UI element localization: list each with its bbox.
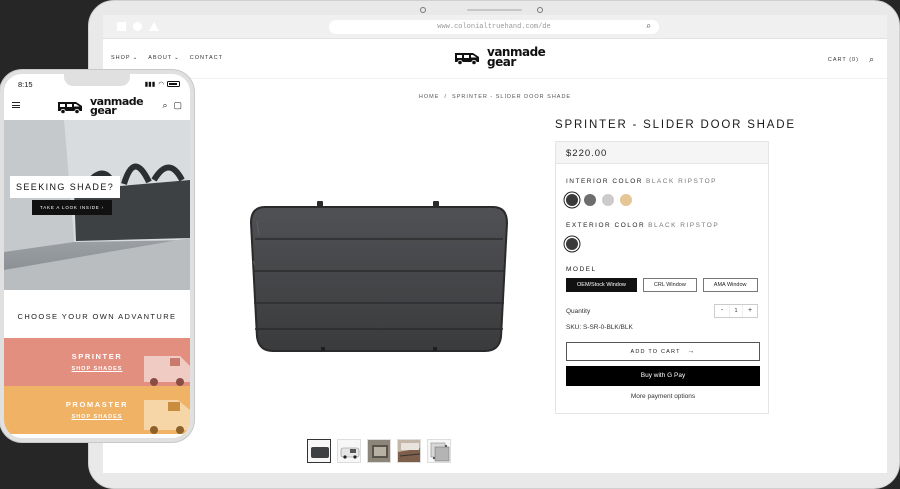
search-icon[interactable]: ⌕ [869,54,875,65]
interior-color-label: INTERIOR COLOR BLACK RIPSTOP [566,178,718,185]
promaster-title: PROMASTER [65,400,129,409]
speaker-line [467,9,522,11]
swatch-grey[interactable] [602,194,614,206]
bag-icon[interactable]: ▢ [173,100,182,111]
decrement-button[interactable]: - [715,305,729,317]
breadcrumb-separator: / [444,94,447,100]
model-crl-button[interactable]: CRL Window [642,278,697,292]
model-ama-button[interactable]: AMA Window [702,278,758,292]
model-options: OEM/Stock Window CRL Window AMA Window [566,278,758,292]
section-heading: CHOOSE YOUR OWN ADVANTURE [17,312,177,321]
add-to-cart-button[interactable]: ADD TO CART → [566,342,760,361]
phone-notch [64,74,130,86]
product-title: SPRINTER - SLIDER DOOR SHADE [555,119,796,131]
mobile-header-icons: ⌕ ▢ [162,100,182,111]
swatch-sand[interactable] [620,194,632,206]
swatch-black[interactable] [566,238,578,250]
model-label: MODEL [566,266,597,273]
circle-icon[interactable] [133,22,142,31]
cart-link[interactable]: CART (0) [828,57,859,63]
breadcrumb-home[interactable]: HOME [419,94,440,100]
chevron-down-icon: ⌄ [174,55,180,61]
thumbnail[interactable] [337,439,361,463]
brand-logo[interactable]: vanmade gear [453,45,546,69]
hero-title: SEEKING SHADE? [10,176,121,198]
exterior-color-value: BLACK RIPSTOP [648,222,720,229]
nav-shop[interactable]: SHOP ⌄ [111,55,138,61]
search-icon[interactable]: ⌕ [162,100,167,111]
interior-swatches [566,194,632,206]
model-oem-button[interactable]: OEM/Stock Window [566,278,637,292]
breadcrumb: HOME / SPRINTER - SLIDER DOOR SHADE [103,94,887,100]
exterior-color-label: EXTERIOR COLOR BLACK RIPSTOP [566,222,720,229]
thumbnail-strip [307,439,451,463]
promaster-category[interactable]: PROMASTER SHOP SHADES [4,386,190,434]
swatch-charcoal[interactable] [584,194,596,206]
more-payment-link[interactable]: More payment options [556,393,770,400]
camera-dot [420,7,426,13]
square-icon[interactable] [117,22,126,31]
search-icon[interactable]: ⌕ [646,20,651,34]
product-image[interactable] [249,201,509,357]
nav-contact[interactable]: CONTACT [190,55,223,61]
menu-icon[interactable] [12,102,20,108]
van-icon [58,101,82,114]
mobile-header: vanmade gear ⌕ ▢ [4,92,190,120]
interior-color-value: BLACK RIPSTOP [645,178,718,185]
chevron-down-icon: ⌄ [132,55,139,61]
hero-cta-button[interactable]: TAKE A LOOK INSIDE › [32,200,112,215]
exterior-swatches [566,238,578,250]
triangle-icon[interactable] [149,22,159,31]
brand-logo[interactable]: vanmade gear [56,95,144,118]
van-icon [455,53,479,66]
thumbnail[interactable] [367,439,391,463]
browser-toolbar: www.colonialtruehand.com/de ⌕ [103,15,887,39]
hero-banner[interactable]: SEEKING SHADE? TAKE A LOOK INSIDE › [4,120,190,290]
arrow-icon: → [687,348,696,355]
camera-dot [537,7,543,13]
increment-button[interactable]: + [743,305,757,317]
status-icons: ▮▮▮ ◠ [145,80,180,88]
swatch-black[interactable] [566,194,578,206]
sku: SKU: S-SR-0-BLK/BLK [566,324,633,331]
header-actions: CART (0) ⌕ [828,54,875,65]
site-header: SHOP ⌄ ABOUT ⌄ CONTACT vanmade gear CART… [103,39,887,79]
battery-icon [167,81,180,87]
promaster-shop-link[interactable]: SHOP SHADES [4,414,190,420]
signal-icon: ▮▮▮ [144,81,156,88]
price: $220.00 [556,142,768,164]
chevron-right-icon: › [101,205,104,210]
breadcrumb-current: SPRINTER - SLIDER DOOR SHADE [452,94,572,100]
url-text[interactable]: www.colonialtruehand.com/de [437,23,550,31]
mobile-device-frame: 8:15 ▮▮▮ ◠ vanmade gear ⌕ ▢ SEEKING SHAD… [0,70,194,442]
sprinter-category[interactable]: SPRINTER SHOP SHADES [4,338,190,386]
buy-now-button[interactable]: Buy with G Pay [566,366,760,386]
status-time: 8:15 [18,80,33,89]
logo-wordmark: vanmade gear [90,95,144,118]
main-nav: SHOP ⌄ ABOUT ⌄ CONTACT [111,55,223,61]
sprinter-title: SPRINTER [71,352,123,361]
wifi-icon: ◠ [158,81,164,88]
logo-wordmark: vanmade gear [487,45,546,69]
purchase-panel: $220.00 INTERIOR COLOR BLACK RIPSTOP EXTE… [555,141,769,414]
sprinter-shop-link[interactable]: SHOP SHADES [4,366,190,372]
nav-about[interactable]: ABOUT ⌄ [148,55,180,61]
desktop-device-frame: www.colonialtruehand.com/de ⌕ SHOP ⌄ ABOU… [88,0,900,489]
thumbnail[interactable] [427,439,451,463]
address-bar[interactable]: www.colonialtruehand.com/de ⌕ [329,20,659,34]
thumbnail[interactable] [307,439,331,463]
desktop-screen: www.colonialtruehand.com/de ⌕ SHOP ⌄ ABOU… [103,15,887,473]
quantity-label: Quantity [566,308,591,315]
quantity-input[interactable]: 1 [729,305,743,317]
quantity-stepper: - 1 + [714,304,758,318]
thumbnail[interactable] [397,439,421,463]
